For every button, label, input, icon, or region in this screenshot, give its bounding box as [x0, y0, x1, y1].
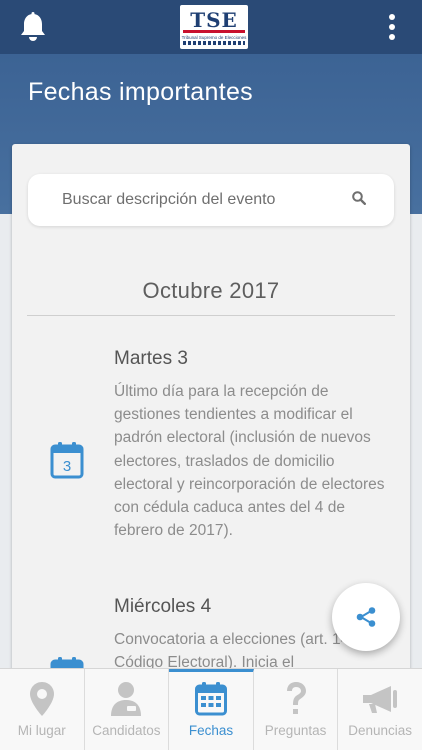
event-date: Martes 3 — [114, 348, 188, 369]
page-title: Fechas importantes — [28, 78, 253, 106]
event-description: Último día para la recepción de gestione… — [114, 383, 385, 540]
share-icon — [356, 607, 376, 627]
month-title: Octubre 2017 — [142, 278, 280, 303]
question-icon — [276, 679, 316, 719]
nav-item-denuncias[interactable]: Denuncias — [338, 669, 422, 750]
logo-stripes — [183, 40, 245, 45]
logo-text: Tribunal Supremo de Elecciones — [181, 34, 247, 40]
calendar-icon: 3 — [50, 442, 84, 479]
search-box — [28, 174, 394, 226]
nav-label: Denuncias — [348, 723, 413, 738]
nav-item-fechas[interactable]: Fechas — [169, 669, 254, 750]
bell-icon[interactable] — [18, 12, 48, 42]
logo-mark: TSE — [183, 10, 245, 33]
location-pin-icon — [22, 679, 62, 719]
nav-label: Candidatos — [92, 723, 161, 738]
top-bar: TSE Tribunal Supremo de Elecciones — [0, 0, 422, 54]
search-icon[interactable] — [352, 190, 367, 210]
bottom-nav: Mi lugar Candidatos Fechas Preguntas Den… — [0, 668, 422, 750]
tse-logo: TSE Tribunal Supremo de Elecciones — [180, 5, 248, 49]
nav-label: Preguntas — [264, 723, 327, 738]
candidate-icon — [106, 679, 146, 719]
nav-item-preguntas[interactable]: Preguntas — [254, 669, 339, 750]
month-divider — [27, 315, 395, 316]
event-date: Miércoles 4 — [114, 596, 212, 617]
nav-item-candidatos[interactable]: Candidatos — [85, 669, 170, 750]
nav-label: Fechas — [188, 723, 234, 738]
calendar-day: 3 — [63, 458, 71, 475]
search-input[interactable] — [62, 191, 342, 209]
calendar-icon — [191, 679, 231, 719]
nav-item-mi-lugar[interactable]: Mi lugar — [0, 669, 85, 750]
megaphone-icon — [360, 679, 400, 719]
more-options-icon[interactable] — [380, 10, 404, 44]
share-button[interactable] — [332, 583, 400, 651]
nav-label: Mi lugar — [17, 723, 66, 738]
